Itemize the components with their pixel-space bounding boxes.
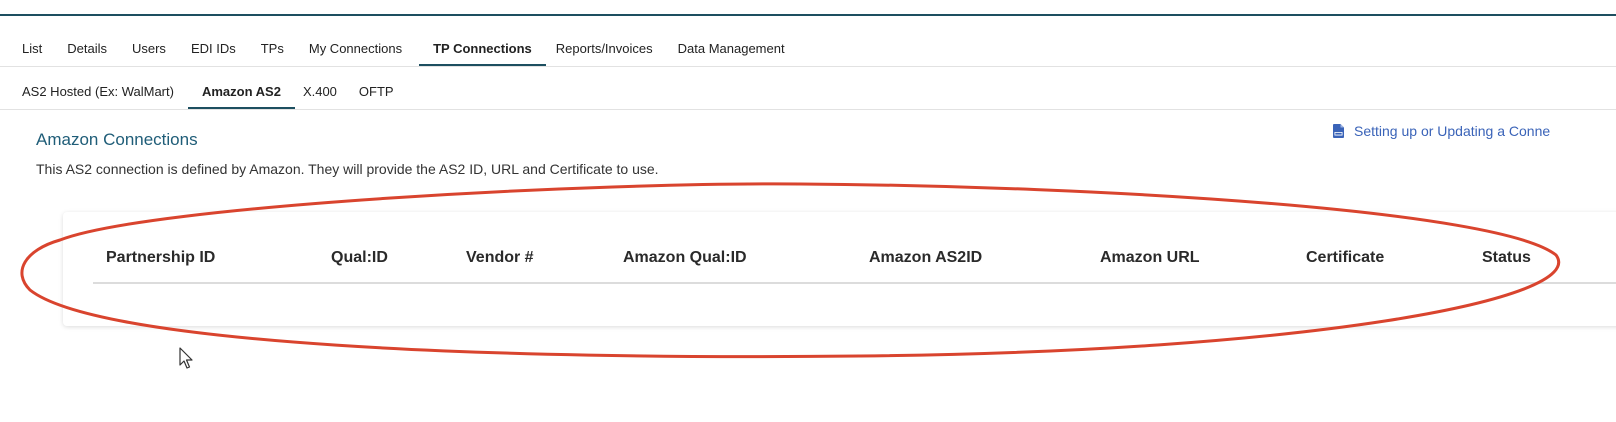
section-title: Amazon Connections — [36, 130, 198, 149]
help-guide-link[interactable]: Setting up or Updating a Conne — [1333, 123, 1550, 139]
subtab-amazon-as2[interactable]: Amazon AS2 — [187, 75, 295, 109]
section-description: This AS2 connection is defined by Amazon… — [36, 161, 659, 177]
tab-edi-ids[interactable]: EDI IDs — [183, 32, 244, 66]
col-header-partnership-id[interactable]: Partnership ID — [106, 249, 215, 267]
subtab-oftp[interactable]: OFTP — [351, 75, 402, 109]
tab-data-management[interactable]: Data Management — [670, 32, 793, 66]
tab-tp-connections[interactable]: TP Connections — [419, 32, 546, 66]
tab-reports-invoices[interactable]: Reports/Invoices — [548, 32, 661, 66]
col-header-certificate[interactable]: Certificate — [1306, 249, 1384, 267]
col-header-amazon-as2id[interactable]: Amazon AS2ID — [869, 249, 982, 267]
tab-users[interactable]: Users — [124, 32, 174, 66]
table-header-row: Partnership ID Qual:ID Vendor # Amazon Q… — [93, 212, 1616, 284]
app-page: List Details Users EDI IDs TPs My Connec… — [0, 0, 1616, 422]
tab-tps[interactable]: TPs — [253, 32, 292, 66]
tab-list[interactable]: List — [14, 32, 50, 66]
connections-table: Partnership ID Qual:ID Vendor # Amazon Q… — [63, 212, 1616, 326]
col-header-amazon-qual-id[interactable]: Amazon Qual:ID — [623, 249, 747, 267]
col-header-amazon-url[interactable]: Amazon URL — [1100, 249, 1200, 267]
top-header-strip — [0, 0, 1616, 16]
col-header-qual-id[interactable]: Qual:ID — [331, 249, 388, 267]
col-header-vendor-number[interactable]: Vendor # — [466, 249, 534, 267]
subtab-as2-hosted[interactable]: AS2 Hosted (Ex: WalMart) — [14, 75, 182, 109]
help-guide-link-text[interactable]: Setting up or Updating a Conne — [1354, 123, 1550, 139]
col-header-status[interactable]: Status — [1482, 249, 1531, 267]
pdf-file-icon — [1333, 124, 1344, 138]
primary-tab-bar: List Details Users EDI IDs TPs My Connec… — [0, 32, 1616, 67]
secondary-tab-bar: AS2 Hosted (Ex: WalMart) Amazon AS2 X.40… — [0, 75, 1616, 110]
mouse-cursor-icon — [179, 347, 193, 369]
tab-my-connections[interactable]: My Connections — [301, 32, 410, 66]
subtab-x400[interactable]: X.400 — [295, 75, 345, 109]
tab-details[interactable]: Details — [59, 32, 115, 66]
